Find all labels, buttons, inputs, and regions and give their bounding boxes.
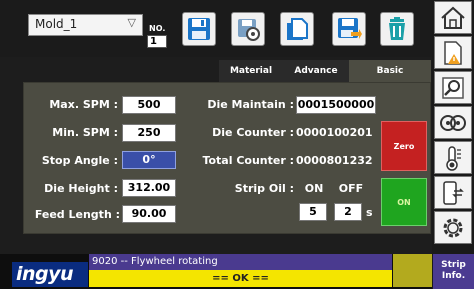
device-transfer-icon [443,180,464,205]
feed-length-label: Feed Length : [34,208,120,221]
die-height-field[interactable]: 312.00 [122,179,176,197]
search-icon [442,76,464,99]
feed-length-field[interactable]: 90.00 [122,205,176,223]
settings-save-icon [238,19,260,41]
max-spm-field[interactable]: 500 [122,96,176,114]
settings-button[interactable] [434,211,472,244]
save-button[interactable] [182,12,216,46]
chevron-down-icon: ▽ [127,16,136,29]
save-as-icon [338,18,362,39]
total-counter-label: Total Counter : [202,154,294,167]
die-counter-label: Die Counter : [212,126,294,139]
device-transfer-button[interactable] [434,176,472,209]
strip-oil-on-button[interactable]: ON [381,178,427,226]
motor-button[interactable] [434,106,472,139]
max-spm-label: Max. SPM : [49,98,118,111]
strip-oil-on-label: ON [304,182,324,195]
min-spm-label: Min. SPM : [52,126,118,139]
alarm-button[interactable] [434,36,472,69]
strip-oil-off-time-field[interactable]: 2 [334,203,362,221]
settings-save-button[interactable] [231,12,265,46]
home-icon [441,6,465,29]
stop-angle-label: Stop Angle : [41,154,118,167]
delete-icon [389,17,405,40]
die-maintain-label: Die Maintain : [207,98,294,111]
die-height-label: Die Height : [44,182,118,195]
strip-oil-label: Strip Oil : [234,182,294,195]
mold-number-label: NO. [149,24,166,33]
mold-select-value: Mold_1 [35,17,78,31]
copy-button[interactable] [280,12,314,46]
save-icon [188,18,210,40]
strip-oil-unit: s [366,206,373,219]
brand-logo: ingyu [12,262,88,287]
strip-info-button[interactable]: Strip Info. [433,254,474,289]
search-button[interactable] [434,71,472,104]
tab-advance[interactable]: Advance [283,60,349,82]
alarm-document-icon [444,40,462,65]
mold-number-field[interactable]: 1 [147,35,167,48]
strip-oil-off-label: OFF [338,182,364,195]
save-as-button[interactable] [332,12,366,46]
total-counter-value: 0000801232 [296,154,373,167]
die-maintain-field[interactable]: 0001500000 [296,96,376,114]
stop-angle-field[interactable]: 0° [122,151,176,169]
strip-oil-on-time-field[interactable]: 5 [299,203,327,221]
gear-icon [443,218,463,237]
status-message: 9020 -- Flywheel rotating [89,254,392,270]
min-spm-field[interactable]: 250 [122,124,176,142]
home-button[interactable] [434,1,472,34]
zero-button[interactable]: Zero [381,121,427,171]
temperature-icon [446,145,461,171]
die-counter-value: 0000100201 [296,126,373,139]
temperature-button[interactable] [434,141,472,174]
tab-basic[interactable]: Basic [349,60,431,82]
status-indicator-block [393,254,432,287]
status-ok-indicator: == OK == [89,270,392,287]
motor-icon [440,114,466,131]
copy-icon [287,18,308,40]
mold-select[interactable]: Mold_1 ▽ [28,14,143,36]
delete-button[interactable] [380,12,414,46]
tab-material[interactable]: Material [219,60,283,82]
